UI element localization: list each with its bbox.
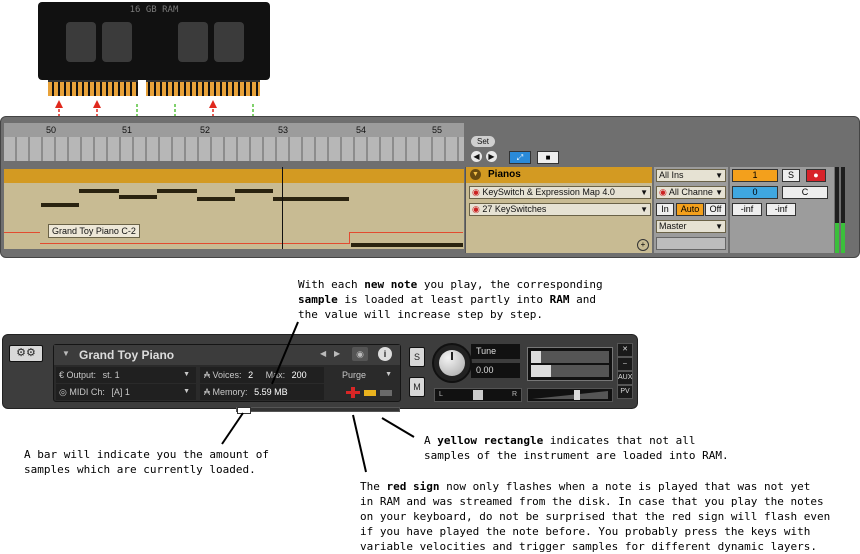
annotation-load-bar: A bar will indicate you the amount of sa… xyxy=(24,448,270,476)
annotation-red-sign: The red sign now only flashes when a not… xyxy=(360,480,831,553)
annotation-new-note: With each new note you play, the corresp… xyxy=(298,278,603,321)
annotation-yellow-rect: A yellow rectangle indicates that not al… xyxy=(424,434,729,462)
